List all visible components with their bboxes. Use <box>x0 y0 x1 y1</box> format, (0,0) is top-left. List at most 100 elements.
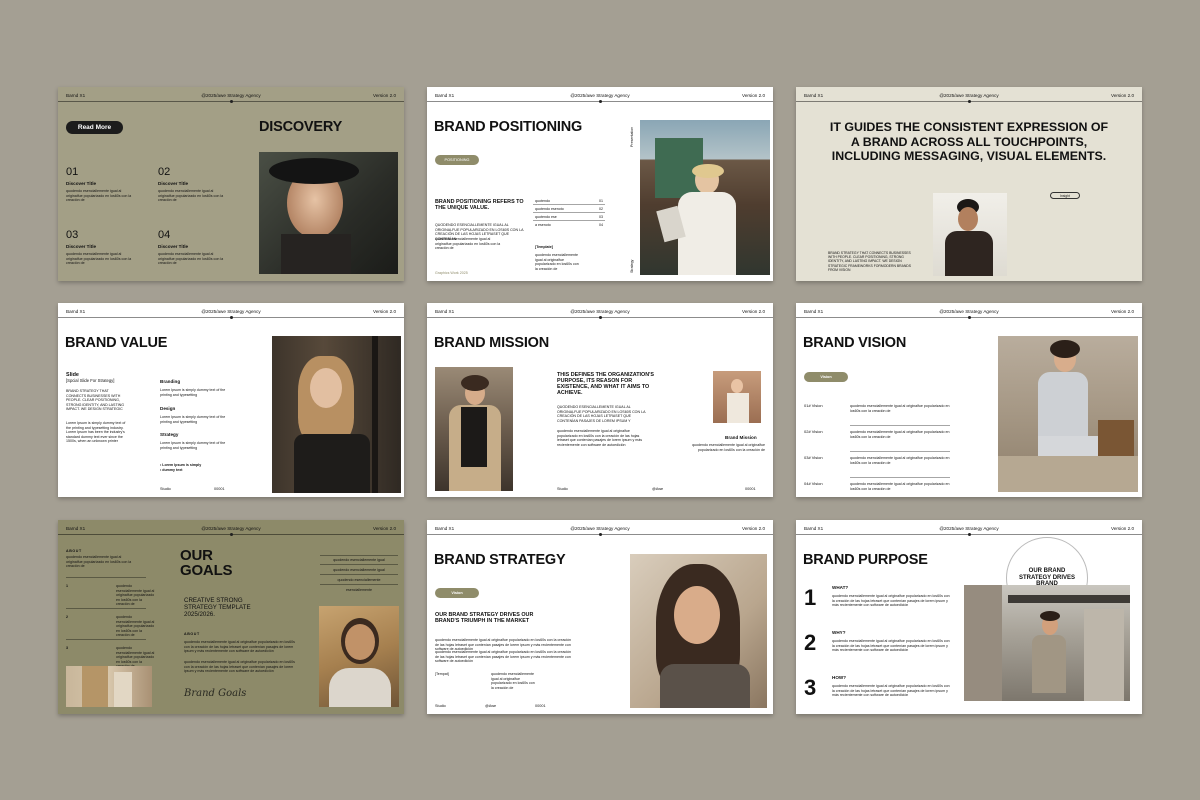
value-subtitle-2: [Spcial Slide For Strategy] <box>66 378 115 383</box>
slide-header: Barnd X1 @2025/awe Strategy Agency Versi… <box>427 520 773 537</box>
header-dot <box>599 315 602 319</box>
header-dot <box>599 99 602 103</box>
list-divider <box>533 220 605 221</box>
woman-coat-photo <box>435 367 513 491</box>
vision-divider <box>850 477 950 478</box>
value-bullet: • dummy text <box>160 468 183 472</box>
mission-small-photo <box>713 371 761 423</box>
goals-subtitle-line1: CREATIVE STRONG <box>184 597 243 604</box>
goals-about-2: ABOUT <box>184 632 200 636</box>
slide-title: BRAND VALUE <box>65 335 168 351</box>
mission-label: Brand Mission <box>725 435 757 440</box>
goals-divider <box>66 577 146 578</box>
vision-item-text: quodendo esenciallemente igual al origin… <box>850 456 950 465</box>
list-number: 02 <box>599 207 603 211</box>
strategy-heading: OUR BRAND STRATEGY DRIVES OUR BRAND'S TR… <box>435 612 534 624</box>
slide-brand-vision[interactable]: Barnd X1 @2025/awe Strategy Agency Versi… <box>796 303 1142 497</box>
vision-item-label: 04# Vision <box>804 481 823 486</box>
header-dot <box>968 99 971 103</box>
footer-mid: @Awe <box>652 487 664 491</box>
header-dot <box>968 315 971 319</box>
item-number: 02 <box>158 166 171 178</box>
footer-left: Studio <box>160 487 171 491</box>
value-item-label: Branding <box>160 379 181 384</box>
guides-heading: IT GUIDES THE CONSISTENT EXPRESSION OF A… <box>829 120 1109 164</box>
goals-menu-item: quodendo esenciallemente igual <box>333 568 385 572</box>
positioning-pill: POSITIONING <box>435 155 479 165</box>
vision-item-label: 03# Vision <box>804 455 823 460</box>
goals-item-text: quodendo esenciallemente igual al origin… <box>116 615 155 638</box>
slide-header: Barnd X1 @2025/awe Strategy Agency Versi… <box>427 303 773 320</box>
mission-heading: THIS DEFINES THE ORGANIZATION'S PURPOSE,… <box>557 372 655 396</box>
list-number: 03 <box>599 215 603 219</box>
template-label: [Tempat] <box>435 672 449 676</box>
list-label: quotendo esenoto <box>535 207 564 211</box>
slide-brand-mission[interactable]: Barnd X1 @2025/awe Strategy Agency Versi… <box>427 303 773 497</box>
slide-brand-guides[interactable]: Barnd X1 @2025/awe Strategy Agency Versi… <box>796 87 1142 281</box>
value-item-label: Strategy <box>160 432 179 437</box>
header-dot <box>968 532 971 536</box>
slide-our-goals[interactable]: Barnd X1 @2025/awe Strategy Agency Versi… <box>58 520 404 714</box>
slide-header: Barnd X1 @2025/awe Strategy Agency Versi… <box>58 303 404 320</box>
item-number: 01 <box>66 166 79 178</box>
slide-discovery[interactable]: Barnd X1 @2025/awe Strategy Agency Versi… <box>58 87 404 281</box>
vision-divider <box>850 425 950 426</box>
slide-title: BRAND VISION <box>803 335 907 351</box>
goals-menu-item: quodendo esenciallemente igual <box>333 558 385 562</box>
slide-brand-purpose[interactable]: Barnd X1 @2025/awe Strategy Agency Versi… <box>796 520 1142 714</box>
positioning-footer: Graphics Work 2025 <box>435 271 468 275</box>
read-more-button[interactable]: Read More <box>66 121 123 134</box>
list-label: quotendo ese <box>535 215 557 219</box>
value-item-text: Lorem Ipsum is simply dummy text of the … <box>160 388 226 397</box>
goals-item-number: 3 <box>66 646 68 650</box>
purpose-text: quodendo esenciallemente igual al origin… <box>832 594 950 608</box>
woman-street-photo <box>964 585 1130 701</box>
value-item-text: Lorem Ipsum is simply dummy text of the … <box>160 441 226 450</box>
slide-brand-strategy[interactable]: Barnd X1 @2025/awe Strategy Agency Versi… <box>427 520 773 714</box>
footer-right: 00001 <box>535 704 546 708</box>
goals-divider <box>66 639 146 640</box>
goals-subtitle-line2: STRATEGY TEMPLATE <box>184 604 251 611</box>
purpose-number: 3 <box>804 675 817 700</box>
list-divider <box>533 212 605 213</box>
vision-item-text: quodendo esenciallemente igual al origin… <box>850 482 950 491</box>
goals-divider <box>66 608 146 609</box>
goals-body-2: quodendo esenciallemente igual al origin… <box>184 660 295 674</box>
purpose-number: 2 <box>804 630 817 655</box>
goals-menu-item: quodendo esenciallemente <box>337 578 381 582</box>
item-number: 04 <box>158 229 171 241</box>
list-number: 04 <box>599 223 603 227</box>
item-title: Discover Title <box>66 244 97 249</box>
footer-left: Studio <box>435 704 446 708</box>
header-dot <box>599 532 602 536</box>
list-number: 01 <box>599 199 603 203</box>
positioning-body-2: quodendo esenciallemente igual al origin… <box>435 237 501 251</box>
goals-item-number: 1 <box>66 584 68 588</box>
goals-title-line1: OUR <box>180 547 213 564</box>
goals-coat-photo <box>66 666 152 707</box>
goals-menu-divider <box>320 574 398 575</box>
slide-brand-positioning[interactable]: Barnd X1 @2025/awe Strategy Agency Versi… <box>427 87 773 281</box>
goals-menu-item: esenciallemente <box>346 588 372 592</box>
guides-caption: BRAND STRATEGY THAT CONNECTS BUSINESSES … <box>828 251 912 272</box>
goals-menu-divider <box>320 555 398 556</box>
purpose-label: WHAT? <box>832 585 849 590</box>
vision-item-text: quodendo esenciallemente igual al origin… <box>850 404 950 413</box>
goals-subtitle-line3: 2025/2026. <box>184 611 215 618</box>
woman-hair-photo <box>272 336 401 493</box>
footer-mid: @Awe <box>485 704 497 708</box>
slide-title: BRAND POSITIONING <box>434 119 583 135</box>
item-text: quodendo esenciallemente igual al origin… <box>158 189 224 203</box>
woman-seated-photo <box>998 336 1138 492</box>
slide-brand-value[interactable]: Barnd X1 @2025/awe Strategy Agency Versi… <box>58 303 404 497</box>
slide-title: BRAND PURPOSE <box>803 552 928 568</box>
vision-item-label: 01# Vision <box>804 403 823 408</box>
purpose-text: quodendo esenciallemente igual al origin… <box>832 639 950 653</box>
vision-divider <box>850 451 950 452</box>
woman-thinking-photo <box>630 554 767 708</box>
item-title: Discover Title <box>158 244 189 249</box>
side-label-strategy: Strategy <box>630 259 634 273</box>
list-label: quotendo <box>535 199 550 203</box>
slide-title: BRAND STRATEGY <box>434 552 566 568</box>
item-number: 03 <box>66 229 79 241</box>
